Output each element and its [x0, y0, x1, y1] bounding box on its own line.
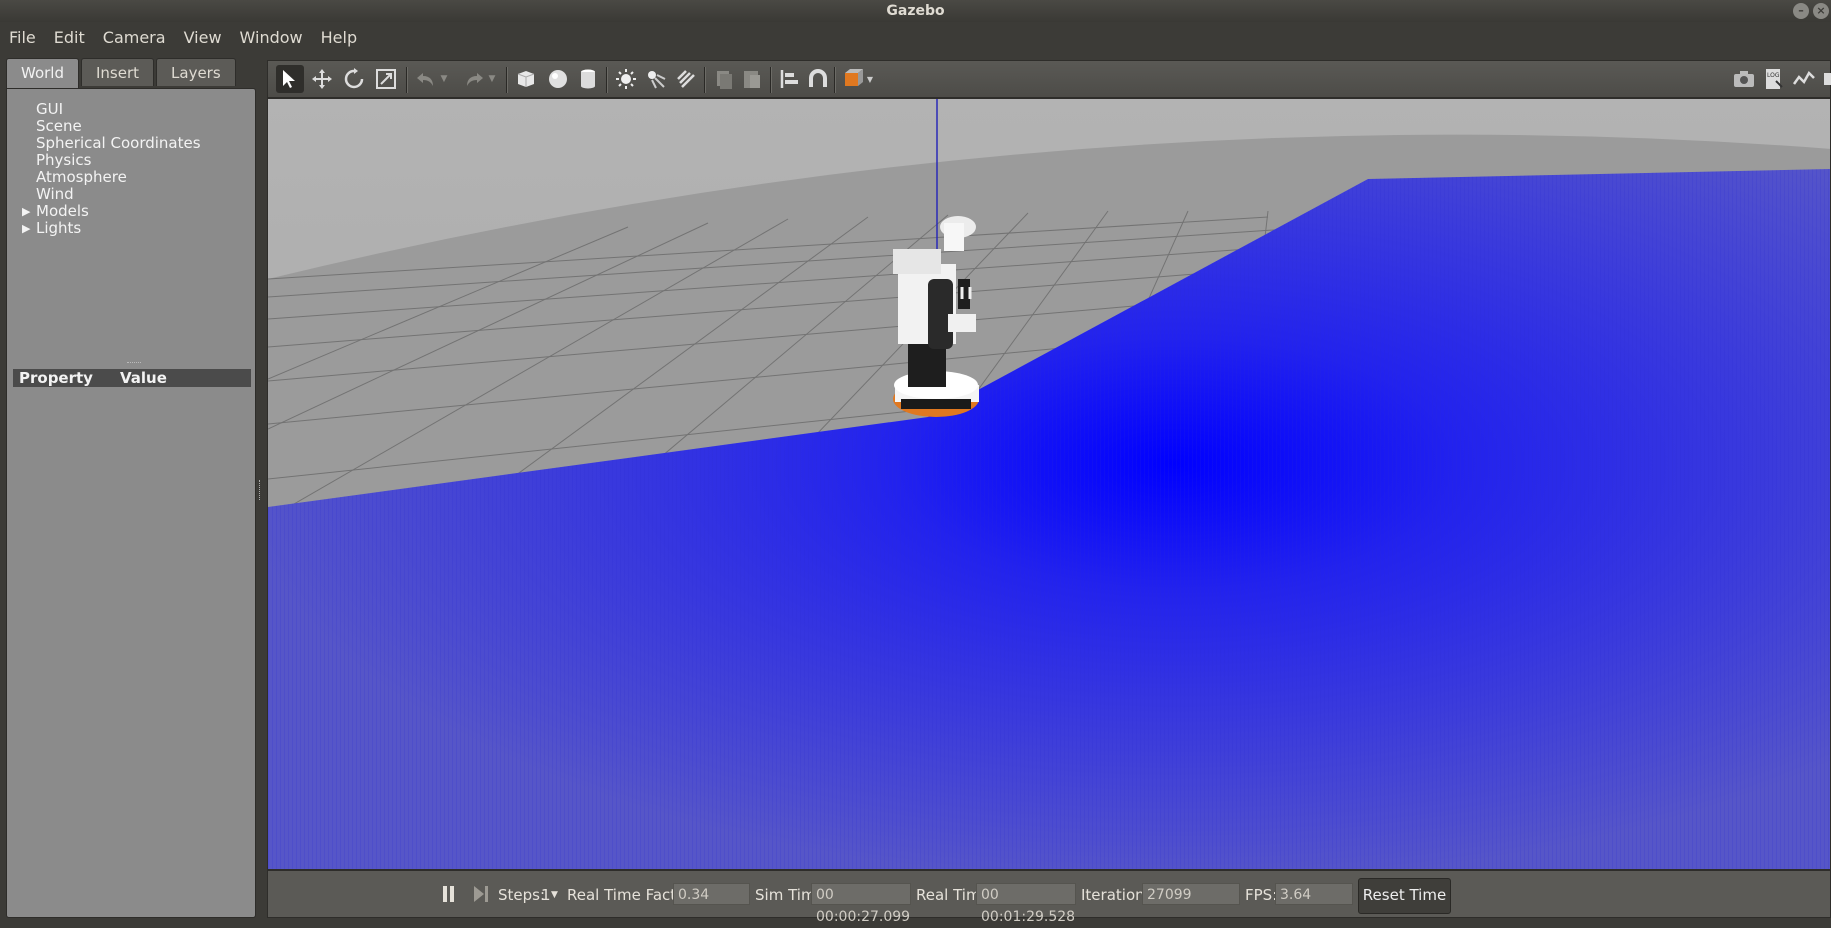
copy-icon[interactable]: [710, 65, 738, 93]
snap-magnet-icon[interactable]: [804, 65, 832, 93]
box-icon[interactable]: [512, 65, 540, 93]
3d-viewport[interactable]: [267, 98, 1831, 870]
directional-light-icon[interactable]: [672, 65, 700, 93]
left-panel: World Insert Layers GUI Scene Spherical …: [6, 58, 256, 918]
screenshot-icon[interactable]: [1730, 65, 1758, 93]
translate-icon[interactable]: [308, 65, 336, 93]
scene-render: [268, 99, 1830, 869]
tree-item-models[interactable]: Models: [36, 203, 89, 220]
tab-world[interactable]: World: [6, 58, 79, 88]
rotate-icon[interactable]: [340, 65, 368, 93]
close-button[interactable]: ×: [1813, 3, 1829, 19]
undo-history-dropdown-icon[interactable]: ▼: [436, 65, 452, 93]
record-video-icon[interactable]: [1820, 65, 1831, 93]
expand-models-icon[interactable]: ▶: [22, 205, 30, 218]
step-forward-icon: [474, 886, 488, 902]
pause-icon: [443, 886, 447, 902]
fps-value: 3.64: [1275, 883, 1353, 905]
steps-label: Steps:: [498, 886, 546, 904]
tree-item-scene[interactable]: Scene: [36, 118, 82, 135]
property-table-header: Property Value: [13, 369, 251, 387]
tree-item-atmosphere[interactable]: Atmosphere: [36, 169, 127, 186]
tab-insert[interactable]: Insert: [81, 58, 155, 86]
world-tree-pane: GUI Scene Spherical Coordinates Physics …: [6, 88, 256, 918]
menu-help[interactable]: Help: [312, 28, 366, 47]
value-column-header: Value: [120, 369, 167, 387]
tree-item-physics[interactable]: Physics: [36, 152, 91, 169]
point-light-icon[interactable]: [612, 65, 640, 93]
pause-button[interactable]: [440, 885, 458, 903]
view-dropdown-icon[interactable]: ▼: [864, 65, 876, 93]
plot-icon[interactable]: [1790, 65, 1818, 93]
left-panel-tabs: World Insert Layers: [6, 58, 238, 88]
menu-file[interactable]: File: [0, 28, 45, 47]
property-column-header: Property: [19, 369, 93, 387]
scale-icon[interactable]: [372, 65, 400, 93]
redo-history-dropdown-icon[interactable]: ▼: [484, 65, 500, 93]
align-icon[interactable]: [776, 65, 804, 93]
step-button[interactable]: [473, 885, 489, 903]
menu-bar: File Edit Camera View Window Help: [0, 22, 1831, 52]
steps-value[interactable]: 1: [541, 886, 551, 904]
menu-window[interactable]: Window: [231, 28, 312, 47]
log-icon[interactable]: LOG: [1760, 65, 1788, 93]
real-time-value: 00 00:01:29.528: [976, 883, 1076, 925]
pane-splitter-handle[interactable]: [127, 362, 141, 365]
sim-time-value: 00 00:00:27.099: [811, 883, 911, 925]
cylinder-icon[interactable]: [574, 65, 602, 93]
iterations-value: 27099: [1142, 883, 1240, 905]
tree-item-wind[interactable]: Wind: [36, 186, 74, 203]
menu-camera[interactable]: Camera: [94, 28, 175, 47]
sphere-icon[interactable]: [544, 65, 572, 93]
spot-light-icon[interactable]: [642, 65, 670, 93]
simulation-status-bar: Steps: 1 ▼ Real Time Factor: 0.34 Sim Ti…: [267, 870, 1831, 925]
steps-dropdown-icon[interactable]: ▼: [551, 890, 558, 900]
select-arrow-icon[interactable]: [276, 65, 304, 93]
svg-text:LOG: LOG: [1767, 72, 1780, 79]
paste-icon[interactable]: [738, 65, 766, 93]
panel-resize-handle[interactable]: [259, 480, 264, 500]
window-title: Gazebo: [886, 3, 945, 19]
title-bar: Gazebo – ×: [0, 0, 1831, 22]
expand-lights-icon[interactable]: ▶: [22, 222, 30, 235]
reset-time-button[interactable]: Reset Time: [1358, 878, 1451, 914]
tree-item-spherical-coordinates[interactable]: Spherical Coordinates: [36, 135, 201, 152]
minimize-button[interactable]: –: [1793, 3, 1809, 19]
menu-view[interactable]: View: [175, 28, 231, 47]
toolbar: ▼ ▼ ▼ LOG: [267, 60, 1831, 98]
fps-label: FPS:: [1245, 886, 1278, 904]
tree-item-lights[interactable]: Lights: [36, 220, 81, 237]
menu-edit[interactable]: Edit: [45, 28, 94, 47]
tab-layers[interactable]: Layers: [156, 58, 236, 86]
real-time-factor-value: 0.34: [673, 883, 750, 905]
tree-item-gui[interactable]: GUI: [36, 101, 63, 118]
